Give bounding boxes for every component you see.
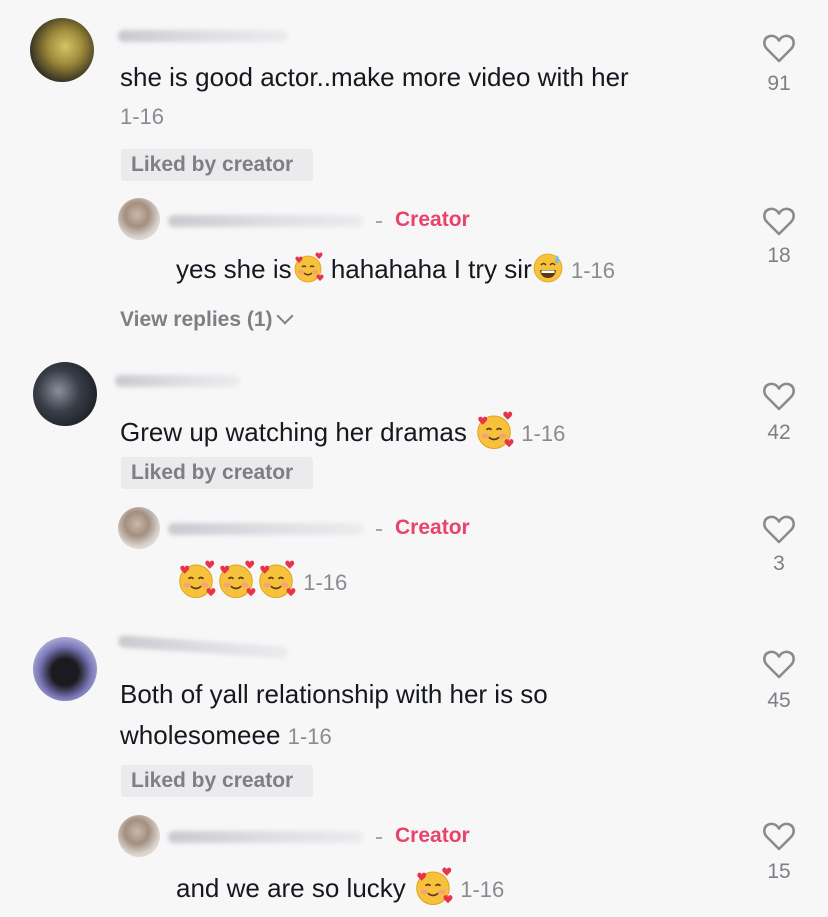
comment-text: wholesomeee 1-16	[120, 720, 332, 750]
chevron-down-icon	[276, 307, 294, 325]
comment-text: Grew up watching her dramas 1-16	[120, 411, 565, 451]
avatar[interactable]	[118, 198, 160, 240]
avatar[interactable]	[118, 815, 160, 857]
reply-date: 1-16	[570, 258, 616, 283]
liked-by-creator-badge: Liked by creator	[121, 457, 313, 489]
smiling-face-with-hearts-emoji	[474, 411, 514, 451]
smiling-face-with-hearts-emoji	[292, 252, 324, 284]
comment-text: Both of yall relationship with her is so	[120, 679, 548, 709]
avatar[interactable]	[30, 18, 94, 82]
username-blurred[interactable]	[168, 215, 363, 227]
reply-text: 1-16	[176, 560, 347, 600]
heart-outline-icon[interactable]	[762, 380, 796, 412]
like-count: 15	[767, 860, 791, 883]
view-replies-button[interactable]: View replies (1)	[120, 307, 294, 332]
like-count: 42	[767, 421, 791, 444]
smiling-face-with-hearts-emoji	[413, 867, 453, 907]
liked-by-creator-badge: Liked by creator	[121, 765, 313, 797]
username-blurred[interactable]	[168, 831, 363, 843]
separator	[376, 221, 382, 223]
comment-date: 1-16	[287, 724, 332, 749]
heart-outline-icon[interactable]	[762, 648, 796, 680]
avatar[interactable]	[33, 637, 97, 701]
username-blurred[interactable]	[168, 523, 363, 535]
username-blurred[interactable]	[117, 635, 289, 659]
comment-date: 1-16	[521, 421, 566, 446]
creator-tag: Creator	[395, 824, 470, 847]
smiling-face-with-hearts-emoji	[216, 560, 256, 600]
reply-text: and we are so lucky 1-16	[176, 867, 504, 907]
like-count: 3	[773, 552, 785, 575]
reply-text: yes she is hahahaha I try sir 1-16	[176, 252, 616, 284]
smiling-face-with-hearts-emoji	[176, 560, 216, 600]
like-count: 18	[767, 244, 791, 267]
creator-tag: Creator	[395, 208, 470, 231]
heart-outline-icon[interactable]	[762, 32, 796, 64]
avatar[interactable]	[118, 507, 160, 549]
separator	[376, 529, 382, 531]
comment-date: 1-16	[120, 104, 165, 129]
heart-outline-icon[interactable]	[762, 513, 796, 545]
avatar[interactable]	[33, 362, 97, 426]
like-count: 45	[767, 689, 791, 712]
username-blurred[interactable]	[118, 30, 288, 42]
creator-tag: Creator	[395, 516, 470, 539]
separator	[376, 837, 382, 839]
username-blurred[interactable]	[115, 375, 240, 387]
liked-by-creator-badge: Liked by creator	[121, 149, 313, 181]
smiling-face-with-hearts-emoji	[256, 560, 296, 600]
reply-date: 1-16	[460, 877, 505, 902]
reply-date: 1-16	[303, 570, 348, 595]
heart-outline-icon[interactable]	[762, 820, 796, 852]
like-count: 91	[767, 72, 791, 95]
grinning-face-with-sweat-emoji	[532, 252, 564, 284]
comment-text: she is good actor..make more video with …	[120, 62, 629, 92]
heart-outline-icon[interactable]	[762, 205, 796, 237]
